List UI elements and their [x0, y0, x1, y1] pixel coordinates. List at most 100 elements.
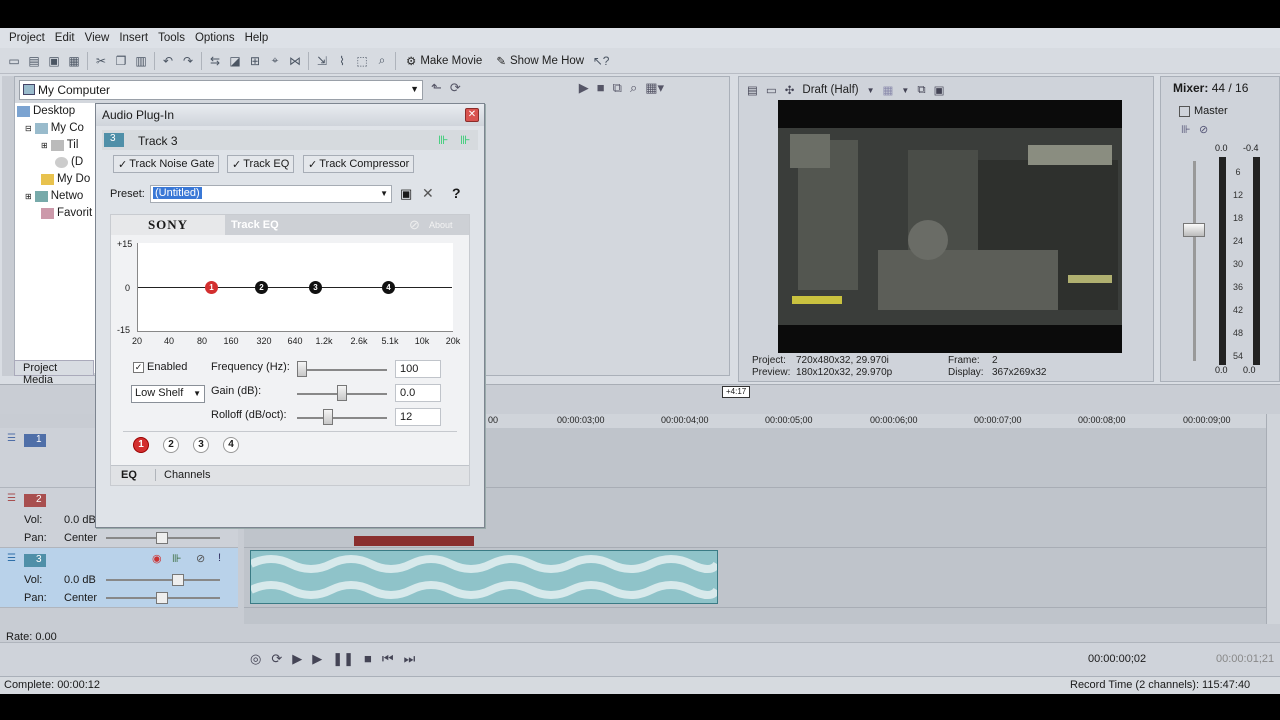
preview-properties-icon[interactable]: ▤ [747, 83, 758, 97]
band-2-button[interactable]: 2 [163, 437, 179, 453]
fx-icon[interactable]: ⊪ [1181, 123, 1191, 136]
tree-item-desktop[interactable]: Desktop [17, 105, 75, 117]
gain-slider-thumb[interactable] [337, 385, 347, 401]
record-icon[interactable]: ◎ [250, 651, 261, 667]
tree-item-favorites[interactable]: Favorit [41, 207, 92, 219]
up-folder-icon[interactable]: ⬑ [431, 80, 442, 100]
zoom-tool-icon[interactable]: ⌕ [372, 51, 392, 71]
band-3-handle[interactable]: 3 [309, 281, 322, 294]
track-collapse-icon[interactable]: ☰ [7, 553, 16, 564]
plugin-chooser-icon[interactable]: ⊪ [460, 133, 470, 147]
auto-preview-icon[interactable]: ⧉ [613, 80, 622, 100]
plugin-chain-icon[interactable]: ⊪ [438, 133, 448, 147]
views-icon[interactable]: ▶ [579, 80, 589, 100]
track-fx-icon[interactable]: ⊪ [172, 552, 182, 565]
menu-help[interactable]: Help [240, 32, 274, 44]
menu-options[interactable]: Options [190, 32, 240, 44]
save-preset-icon[interactable]: ▣ [400, 186, 412, 202]
auto-crossfade-icon[interactable]: ⋈ [285, 51, 305, 71]
stop-icon[interactable]: ■ [597, 80, 605, 100]
band-1-handle[interactable]: 1 [205, 281, 218, 294]
normal-edit-tool-icon[interactable]: ⇲ [312, 51, 332, 71]
selection-tool-icon[interactable]: ⬚ [352, 51, 372, 71]
play-icon[interactable]: ▶ [312, 651, 322, 667]
search-icon[interactable]: ⌕ [630, 80, 637, 100]
band-4-button[interactable]: 4 [223, 437, 239, 453]
paste-icon[interactable]: ▥ [131, 51, 151, 71]
loop-icon[interactable]: ⟳ [271, 651, 282, 667]
audio-clip-track-3[interactable] [249, 550, 721, 604]
envelope-tool-icon[interactable]: ⌇ [332, 51, 352, 71]
track-2-pan-slider[interactable] [106, 532, 220, 544]
menu-project[interactable]: Project [4, 32, 50, 44]
open-folder-icon[interactable]: ▤ [24, 51, 44, 71]
timeline-vscroll[interactable] [1266, 414, 1280, 624]
cut-icon[interactable]: ✂ [91, 51, 111, 71]
chevron-down-icon[interactable]: ▼ [901, 86, 909, 95]
auto-ripple-icon[interactable]: ⇆ [205, 51, 225, 71]
go-to-start-icon[interactable]: ⏮ [382, 651, 394, 667]
save-snapshot-icon[interactable]: ▣ [934, 83, 945, 97]
rolloff-value[interactable]: 12 [395, 408, 441, 426]
tree-item-drive[interactable]: ⊞ Til [41, 139, 78, 151]
tab-channels[interactable]: Channels [155, 469, 210, 481]
preset-select[interactable]: (Untitled) ▼ [150, 185, 392, 203]
external-monitor-icon[interactable]: ▭ [766, 83, 777, 97]
track-3-pan-slider[interactable] [106, 592, 220, 604]
mute-icon[interactable]: ⊘ [196, 552, 205, 565]
menu-view[interactable]: View [80, 32, 115, 44]
redo-icon[interactable]: ↷ [178, 51, 198, 71]
show-me-how-button[interactable]: ✎ Show Me How [489, 54, 591, 68]
enabled-checkbox[interactable]: ✓ Enabled [133, 361, 187, 373]
bypass-icon[interactable]: ⊘ [409, 217, 420, 233]
track-3-vol-slider[interactable] [106, 574, 220, 586]
copy-snapshot-icon[interactable]: ⧉ [917, 84, 925, 97]
arm-record-icon[interactable]: ◉ [152, 552, 162, 565]
tree-item-network[interactable]: ⊞ Netwo [25, 190, 83, 202]
preview-quality-select[interactable]: Draft (Half) [802, 84, 858, 96]
pause-icon[interactable]: ❚❚ [332, 651, 354, 667]
chevron-down-icon[interactable]: ▼ [867, 86, 875, 95]
chain-noise-gate[interactable]: ✓ Track Noise Gate [113, 155, 220, 173]
ignore-grouping-icon[interactable]: ⊞ [245, 51, 265, 71]
rolloff-slider-thumb[interactable] [323, 409, 334, 425]
tree-item-dvd[interactable]: (D [55, 156, 83, 168]
track-lane-3[interactable] [244, 548, 1266, 608]
make-movie-button[interactable]: ⚙ Make Movie [399, 54, 489, 68]
help-icon[interactable]: ? [452, 185, 461, 201]
chain-track-eq[interactable]: ✓ Track EQ [227, 155, 295, 173]
go-to-end-icon[interactable]: ⏭ [404, 651, 416, 667]
snapping-icon[interactable]: ⌖ [265, 51, 285, 71]
frequency-slider-thumb[interactable] [297, 361, 307, 377]
frequency-value[interactable]: 100 [395, 360, 441, 378]
menu-insert[interactable]: Insert [114, 32, 153, 44]
track-collapse-icon[interactable]: ☰ [7, 493, 16, 504]
chain-track-compressor[interactable]: ✓ Track Compressor [303, 155, 415, 173]
project-media-tab[interactable]: Project Media [14, 360, 94, 386]
new-file-icon[interactable]: ▭ [4, 51, 24, 71]
band-2-handle[interactable]: 2 [255, 281, 268, 294]
play-from-start-icon[interactable]: ▶ [292, 651, 302, 667]
audio-clip-track-2[interactable] [354, 536, 474, 546]
overlays-icon[interactable]: ▦ [883, 83, 894, 97]
dialog-title-bar[interactable]: Audio Plug-In ✕ [96, 104, 484, 126]
band-1-button[interactable]: 1 [133, 437, 149, 453]
close-icon[interactable]: ✕ [465, 108, 479, 122]
master-fader-thumb[interactable] [1183, 223, 1205, 237]
properties-icon[interactable]: ▦ [64, 51, 84, 71]
stop-icon[interactable]: ■ [364, 651, 372, 667]
tree-item-my-documents[interactable]: My Do [41, 173, 90, 185]
frequency-slider-track[interactable] [297, 369, 387, 371]
menu-edit[interactable]: Edit [50, 32, 80, 44]
about-link[interactable]: About [429, 220, 453, 230]
band-3-button[interactable]: 3 [193, 437, 209, 453]
gain-value[interactable]: 0.0 [395, 384, 441, 402]
track-header-3[interactable]: ☰ 3 ◉ ⊪ ⊘ ! Vol: 0.0 dB Pan: Center [0, 548, 238, 608]
explorer-location-select[interactable]: My Computer ▼ [19, 80, 423, 100]
save-icon[interactable]: ▣ [44, 51, 64, 71]
track-collapse-icon[interactable]: ☰ [7, 433, 16, 444]
mute-icon[interactable]: ⊘ [1199, 123, 1208, 136]
context-help-icon[interactable]: ↖? [591, 51, 611, 71]
eq-curve-graph[interactable]: 1 2 3 4 [137, 243, 453, 332]
tab-eq[interactable]: EQ [121, 469, 137, 481]
